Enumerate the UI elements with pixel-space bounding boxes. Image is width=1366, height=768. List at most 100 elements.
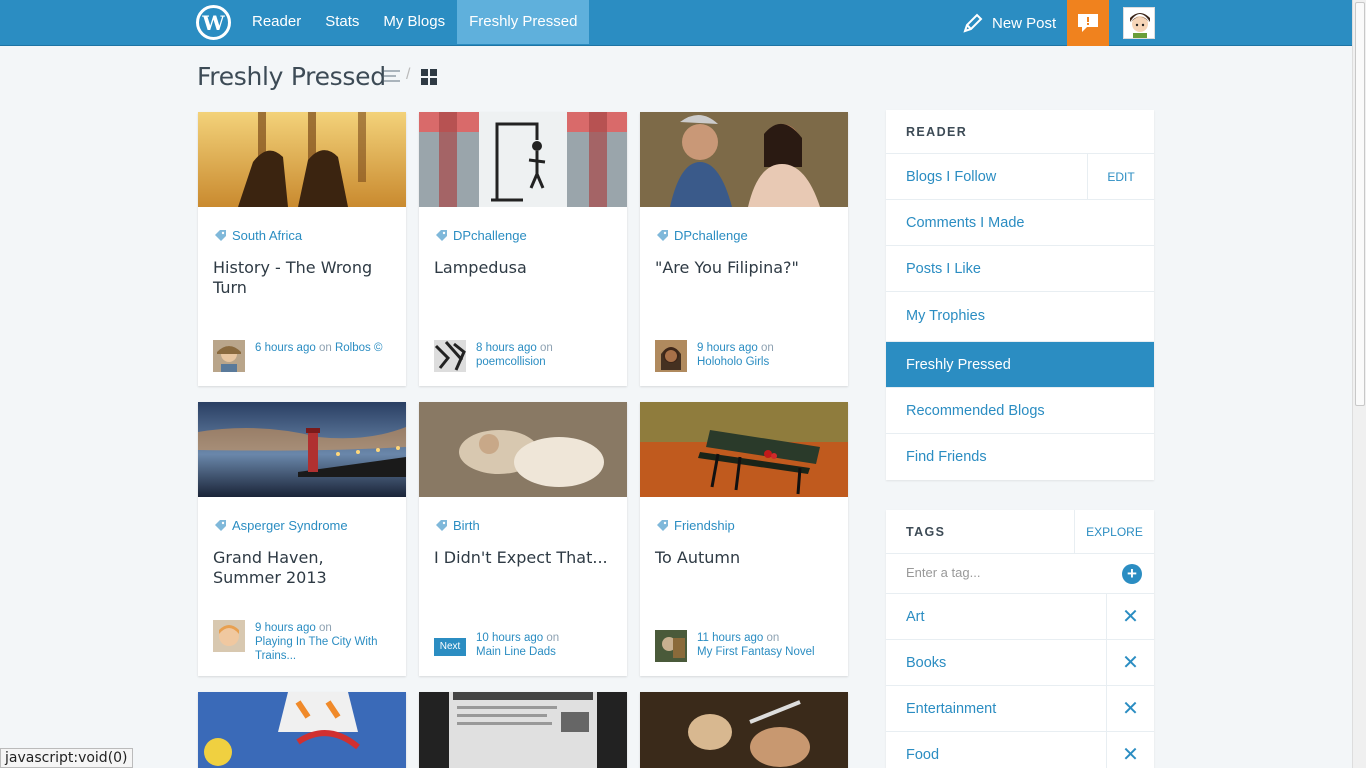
post-tag-label: DPchallenge: [453, 228, 527, 243]
pencil-icon: [963, 13, 983, 33]
tag-icon: [215, 520, 226, 531]
author-avatar[interactable]: [213, 340, 245, 372]
sidebar-item-find-friends[interactable]: Find Friends: [886, 434, 1154, 480]
post-tag[interactable]: Asperger Syndrome: [215, 518, 348, 533]
post-time[interactable]: 9 hours ago: [255, 622, 316, 634]
post-card[interactable]: [198, 692, 406, 768]
top-bar: W Reader Stats My Blogs Freshly Pressed …: [0, 0, 1352, 46]
explore-button[interactable]: EXPLORE: [1074, 510, 1154, 553]
post-image[interactable]: [198, 692, 406, 768]
scroll-thumb[interactable]: [1355, 2, 1365, 406]
author-avatar[interactable]: Next: [434, 630, 466, 662]
edit-button[interactable]: EDIT: [1087, 154, 1154, 199]
tag-item-entertainment[interactable]: Entertainment ✕: [886, 686, 1154, 732]
post-card[interactable]: Birth I Didn't Expect That... Next 10 ho…: [419, 402, 627, 676]
author-avatar[interactable]: [434, 340, 466, 372]
post-time[interactable]: 10 hours ago: [476, 632, 543, 644]
tag-item-label: Art: [906, 609, 925, 625]
post-on: on: [760, 342, 774, 354]
post-image[interactable]: [198, 112, 406, 207]
remove-tag-icon[interactable]: ✕: [1106, 594, 1154, 639]
post-card[interactable]: Friendship To Autumn 11 hours ago on My F…: [640, 402, 848, 676]
new-post-button[interactable]: New Post: [962, 0, 1056, 46]
post-card[interactable]: DPchallenge Lampedusa 8 hours ago on poem…: [419, 112, 627, 386]
view-separator: /: [406, 66, 411, 83]
post-time[interactable]: 6 hours ago: [255, 342, 316, 354]
post-tag-label: Friendship: [674, 518, 735, 533]
list-view-icon[interactable]: [384, 70, 400, 83]
author-avatar[interactable]: [213, 620, 245, 652]
nav-my-blogs[interactable]: My Blogs: [371, 0, 457, 44]
post-image[interactable]: [419, 402, 627, 497]
post-meta: 10 hours ago on Main Line Dads: [476, 631, 559, 659]
nav-freshly-pressed[interactable]: Freshly Pressed: [457, 0, 590, 44]
remove-tag-icon[interactable]: ✕: [1106, 640, 1154, 685]
scrollbar[interactable]: [1352, 0, 1366, 768]
sidebar-item-freshly-pressed[interactable]: Freshly Pressed: [886, 342, 1154, 388]
sidebar-item-blogs-i-follow[interactable]: Blogs I Follow EDIT: [886, 154, 1154, 200]
user-avatar[interactable]: [1123, 7, 1155, 39]
post-meta: 9 hours ago on Playing In The City With T…: [255, 621, 395, 663]
post-image[interactable]: [198, 402, 406, 497]
post-on: on: [766, 632, 780, 644]
new-post-label: New Post: [992, 14, 1057, 32]
reader-panel: READER Blogs I Follow EDIT Comments I Mad…: [886, 110, 1154, 480]
post-title[interactable]: Lampedusa: [434, 258, 616, 278]
grid-view-icon[interactable]: [421, 69, 437, 85]
post-tag[interactable]: Friendship: [657, 518, 735, 533]
post-blog[interactable]: Main Line Dads: [476, 646, 556, 658]
tag-item-label: Entertainment: [906, 701, 997, 717]
post-title[interactable]: "Are You Filipina?": [655, 258, 837, 278]
post-card[interactable]: [640, 692, 848, 768]
post-title[interactable]: History - The Wrong Turn: [213, 258, 395, 298]
tag-item-art[interactable]: Art ✕: [886, 594, 1154, 640]
tags-heading: TAGS: [906, 525, 946, 539]
post-card[interactable]: South Africa History - The Wrong Turn 6 …: [198, 112, 406, 386]
tag-icon: [657, 230, 668, 241]
post-blog[interactable]: Rolbos ©: [335, 342, 382, 354]
wordpress-logo-icon[interactable]: W: [196, 5, 231, 40]
sidebar-item-recommended-blogs[interactable]: Recommended Blogs: [886, 388, 1154, 434]
post-card[interactable]: DPchallenge "Are You Filipina?" 9 hours …: [640, 112, 848, 386]
post-blog[interactable]: Holoholo Girls: [697, 356, 769, 368]
remove-tag-icon[interactable]: ✕: [1106, 686, 1154, 731]
post-tag[interactable]: DPchallenge: [657, 228, 748, 243]
author-avatar[interactable]: [655, 630, 687, 662]
nav-stats[interactable]: Stats: [313, 0, 371, 44]
nav-reader[interactable]: Reader: [240, 0, 313, 44]
tags-panel: TAGS EXPLORE + Art ✕ Books ✕ Entertainment ✕…: [886, 510, 1154, 768]
post-time[interactable]: 8 hours ago: [476, 342, 537, 354]
post-image[interactable]: [419, 112, 627, 207]
post-time[interactable]: 9 hours ago: [697, 342, 758, 354]
post-image[interactable]: [640, 112, 848, 207]
post-tag[interactable]: DPchallenge: [436, 228, 527, 243]
post-title[interactable]: I Didn't Expect That...: [434, 548, 616, 568]
post-image[interactable]: [640, 692, 848, 768]
sidebar-item-comments-i-made[interactable]: Comments I Made: [886, 200, 1154, 246]
remove-tag-icon[interactable]: ✕: [1106, 732, 1154, 768]
post-card[interactable]: Asperger Syndrome Grand Haven, Summer 20…: [198, 402, 406, 676]
main-nav: Reader Stats My Blogs Freshly Pressed: [240, 0, 590, 46]
post-image[interactable]: [419, 692, 627, 768]
author-avatar[interactable]: [655, 340, 687, 372]
post-tag[interactable]: Birth: [436, 518, 480, 533]
post-meta: 11 hours ago on My First Fantasy Novel: [697, 631, 815, 659]
post-blog[interactable]: poemcollision: [476, 356, 546, 368]
tag-icon: [215, 230, 226, 241]
post-tag[interactable]: South Africa: [215, 228, 302, 243]
tag-input[interactable]: [906, 565, 1116, 580]
sidebar-item-my-trophies[interactable]: My Trophies: [886, 292, 1154, 342]
add-tag-icon[interactable]: +: [1122, 564, 1142, 584]
post-time[interactable]: 11 hours ago: [697, 632, 763, 644]
post-author: Next 10 hours ago on Main Line Dads: [434, 630, 616, 662]
post-blog[interactable]: My First Fantasy Novel: [697, 646, 815, 658]
post-title[interactable]: To Autumn: [655, 548, 837, 568]
notifications-button[interactable]: [1067, 0, 1109, 46]
post-card[interactable]: [419, 692, 627, 768]
tag-item-food[interactable]: Food ✕: [886, 732, 1154, 768]
post-image[interactable]: [640, 402, 848, 497]
post-blog[interactable]: Playing In The City With Trains...: [255, 636, 378, 662]
tag-item-books[interactable]: Books ✕: [886, 640, 1154, 686]
post-title[interactable]: Grand Haven, Summer 2013: [213, 548, 395, 588]
sidebar-item-posts-i-like[interactable]: Posts I Like: [886, 246, 1154, 292]
